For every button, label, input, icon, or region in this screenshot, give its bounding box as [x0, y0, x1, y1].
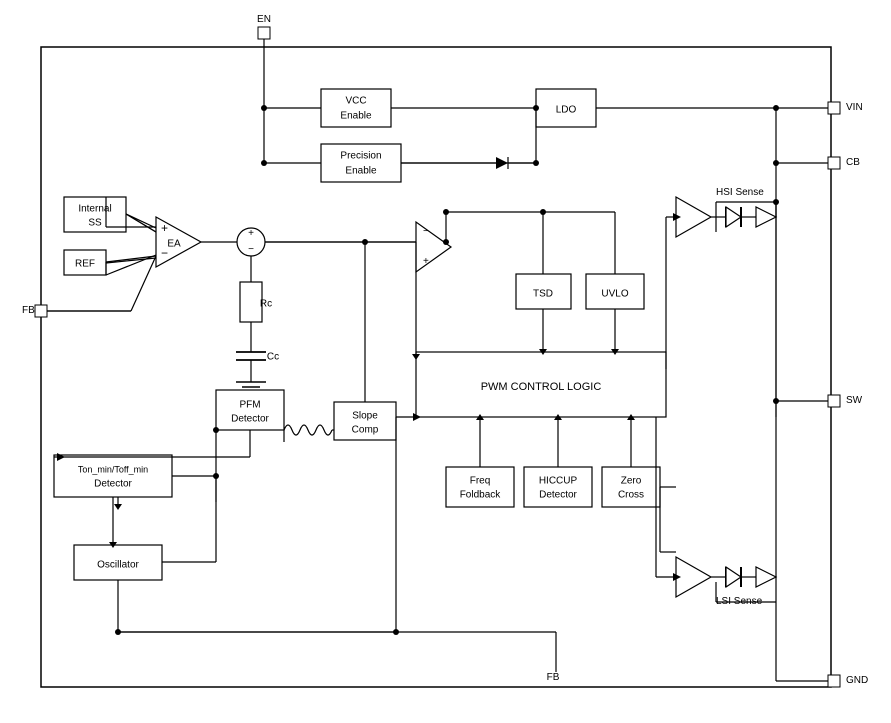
fb-left-label: FB	[22, 305, 35, 316]
vcc-enable-label2: Enable	[340, 110, 372, 121]
sw-label: SW	[846, 395, 863, 406]
pfm-label: PFM	[239, 399, 260, 410]
sum-plus: +	[248, 228, 254, 239]
vcc-enable-label: VCC	[345, 95, 366, 106]
precision-enable-label: Precision	[340, 150, 381, 161]
en-label: EN	[257, 14, 271, 25]
comp-minus: −	[423, 226, 429, 237]
block-diagram: EN VIN CB GND SW HSI Sense LSI Sense FB …	[16, 12, 876, 712]
fb-bottom-label: FB	[546, 672, 559, 683]
hiccup-label2: Detector	[539, 489, 577, 500]
gnd-label: GND	[846, 675, 868, 686]
hiccup-label: HICCUP	[538, 475, 577, 486]
internal-ss-label: Internal	[78, 203, 111, 214]
cb-label: CB	[846, 157, 860, 168]
pfm-label2: Detector	[231, 413, 269, 424]
vin-label: VIN	[846, 102, 863, 113]
zero-cross-label: Zero	[620, 475, 641, 486]
uvlo-label: UVLO	[601, 288, 628, 299]
slope-comp-label: Slope	[352, 410, 378, 421]
sum-minus: −	[248, 244, 254, 255]
freq-foldback-label2: Foldback	[459, 489, 501, 500]
ea-plus: +	[161, 221, 168, 235]
ton-toff-label: Ton_min/Toff_min	[77, 464, 147, 474]
precision-enable-label2: Enable	[345, 165, 377, 176]
ea-minus: −	[161, 246, 168, 260]
freq-foldback-label: Freq	[469, 475, 490, 486]
ref-label: REF	[75, 258, 95, 269]
ea-label: EA	[167, 238, 181, 249]
ldo-label: LDO	[555, 104, 576, 115]
pwm-label: PWM CONTROL LOGIC	[480, 380, 601, 392]
rc-label: Rc	[259, 298, 271, 309]
cc-label: Cc	[266, 351, 278, 362]
tsd-label: TSD	[533, 288, 553, 299]
comp-plus: +	[423, 256, 429, 267]
oscillator-label: Oscillator	[97, 559, 139, 570]
zero-cross-label2: Cross	[617, 489, 643, 500]
hsi-sense-label: HSI Sense	[716, 187, 764, 198]
ton-toff-label2: Detector	[94, 478, 132, 489]
internal-ss-label2: SS	[88, 217, 102, 228]
slope-comp-label2: Comp	[351, 424, 378, 435]
